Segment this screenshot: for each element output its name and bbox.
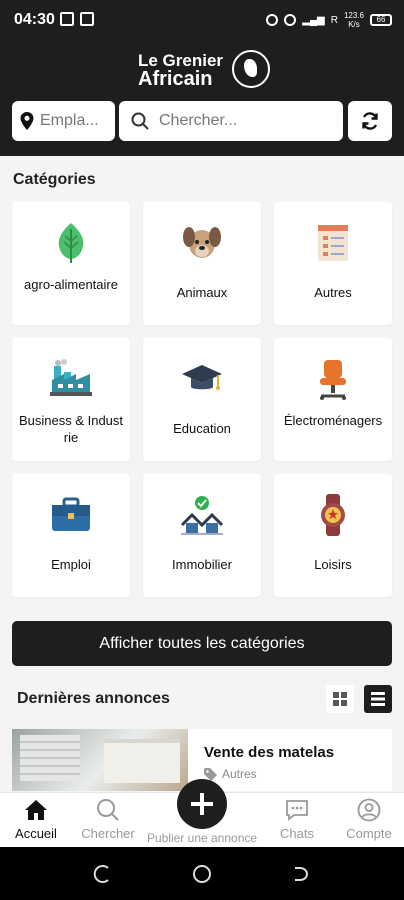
category-loisirs[interactable]: Loisirs bbox=[274, 474, 392, 597]
ad-thumbnail bbox=[12, 729, 188, 791]
category-immobilier[interactable]: Immobilier bbox=[143, 474, 261, 597]
refresh-button[interactable] bbox=[348, 101, 392, 141]
office-chair-icon bbox=[312, 358, 354, 400]
watch-icon bbox=[312, 494, 354, 536]
factory-icon bbox=[50, 358, 92, 400]
chat-icon bbox=[284, 797, 310, 823]
system-navigation-bar bbox=[0, 847, 404, 900]
search-field[interactable] bbox=[119, 101, 343, 141]
data-saver-icon bbox=[284, 14, 297, 26]
category-label: Business & Industrie bbox=[18, 413, 124, 445]
grid-view-button[interactable] bbox=[326, 685, 354, 713]
nav-label: Chats bbox=[280, 826, 314, 841]
home-button-icon[interactable] bbox=[192, 864, 212, 884]
dog-icon bbox=[181, 222, 223, 264]
latest-ads-title: Dernières annonces bbox=[17, 690, 170, 707]
category-label: Autres bbox=[314, 285, 352, 300]
refresh-icon bbox=[362, 112, 378, 130]
search-icon bbox=[95, 797, 121, 823]
network-speed: 123.6 K/s bbox=[343, 11, 364, 29]
africa-globe-icon bbox=[232, 50, 270, 88]
category-emploi[interactable]: Emploi bbox=[12, 474, 130, 597]
list-view-button[interactable] bbox=[364, 685, 392, 713]
nav-chercher[interactable]: Chercher bbox=[68, 797, 148, 841]
battery-icon: 66 bbox=[370, 14, 392, 26]
leaf-icon bbox=[50, 222, 92, 264]
category-autres[interactable]: Autres bbox=[274, 202, 392, 325]
category-grid: agro-alimentaire Animaux Autres Business… bbox=[12, 202, 393, 597]
status-notification-icons bbox=[60, 12, 94, 26]
list-icon bbox=[371, 692, 385, 706]
search-row: Empla... bbox=[12, 101, 392, 141]
show-all-categories-button[interactable]: Afficher toutes les catégories bbox=[12, 621, 392, 666]
recent-apps-icon[interactable] bbox=[93, 864, 113, 884]
ad-category-label: Autres bbox=[222, 767, 257, 781]
status-time: 04:30 bbox=[14, 11, 55, 28]
back-icon[interactable] bbox=[291, 864, 311, 884]
categories-title: Catégories bbox=[13, 171, 96, 188]
ad-category: Autres bbox=[204, 767, 257, 781]
category-education[interactable]: Education bbox=[143, 338, 261, 461]
category-animaux[interactable]: Animaux bbox=[143, 202, 261, 325]
logo-text: Le Grenier Africain bbox=[138, 52, 223, 90]
nav-label: Accueil bbox=[15, 826, 57, 841]
nav-chats[interactable]: Chats bbox=[257, 797, 337, 841]
graduation-cap-icon bbox=[181, 358, 223, 400]
plus-icon bbox=[191, 793, 213, 815]
user-icon bbox=[356, 797, 382, 823]
search-icon bbox=[131, 112, 149, 130]
category-label: Loisirs bbox=[314, 557, 352, 572]
status-bar: 04:30 ▂▄▆ R 123.6 K/s 66 bbox=[0, 0, 404, 40]
category-label: agro-alimentaire bbox=[24, 277, 118, 292]
location-field[interactable]: Empla... bbox=[12, 101, 115, 141]
app-logo: Le Grenier Africain bbox=[134, 48, 274, 92]
briefcase-icon bbox=[50, 494, 92, 536]
category-business-industrie[interactable]: Business & Industrie bbox=[12, 338, 130, 461]
status-right-icons: ▂▄▆ R 123.6 K/s 66 bbox=[266, 11, 392, 29]
category-agro-alimentaire[interactable]: agro-alimentaire bbox=[12, 202, 130, 325]
checklist-icon bbox=[312, 222, 354, 264]
houses-icon bbox=[181, 494, 223, 536]
search-input[interactable] bbox=[159, 112, 329, 130]
location-placeholder: Empla... bbox=[40, 112, 99, 129]
category-label: Emploi bbox=[51, 557, 91, 572]
ad-title: Vente des matelas bbox=[204, 744, 335, 761]
grid-icon bbox=[333, 692, 347, 706]
publish-ad-label[interactable]: Publier une annonce bbox=[140, 831, 264, 845]
nav-label: Chercher bbox=[81, 826, 135, 841]
category-electromenagers[interactable]: Électroménagers bbox=[274, 338, 392, 461]
publish-ad-button[interactable] bbox=[177, 779, 227, 829]
notification-icon bbox=[60, 12, 74, 26]
nav-label: Compte bbox=[346, 826, 392, 841]
home-icon bbox=[23, 797, 49, 823]
alarm-icon bbox=[266, 14, 279, 26]
category-label: Education bbox=[173, 421, 231, 436]
nav-accueil[interactable]: Accueil bbox=[0, 797, 76, 841]
category-label: Animaux bbox=[176, 285, 228, 300]
signal-label: R bbox=[330, 14, 338, 26]
logo-line2: Africain bbox=[138, 68, 213, 90]
location-pin-icon bbox=[20, 112, 34, 130]
category-label: Immobilier bbox=[172, 557, 232, 572]
message-icon bbox=[80, 12, 94, 26]
signal-icon: ▂▄▆ bbox=[302, 14, 325, 26]
nav-compte[interactable]: Compte bbox=[329, 797, 404, 841]
category-label: Électroménagers bbox=[283, 413, 383, 428]
